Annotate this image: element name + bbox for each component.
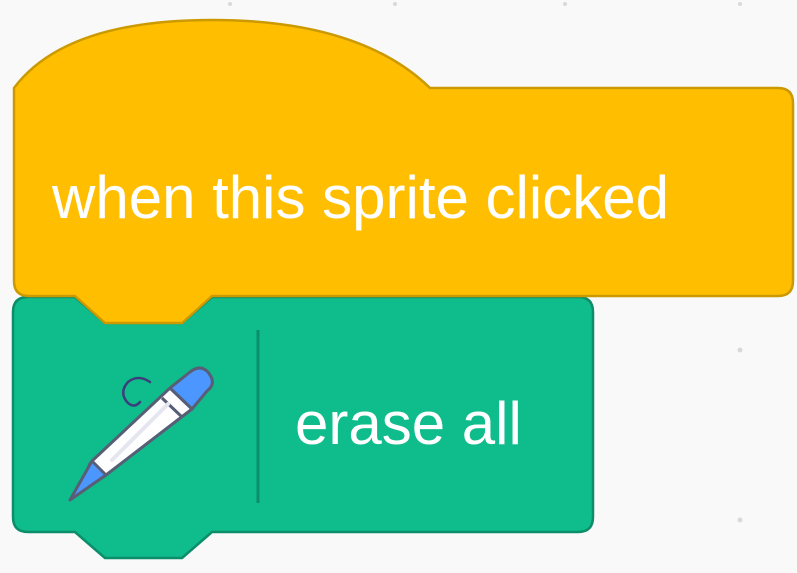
grid-dot (393, 2, 397, 6)
erase-all-label: erase all (295, 390, 522, 457)
grid-dot (737, 347, 743, 353)
code-workspace[interactable]: erase all when this sprite clicked (0, 0, 797, 573)
grid-dot (737, 517, 743, 523)
when-sprite-clicked-hat-block[interactable]: when this sprite clicked (12, 18, 795, 325)
erase-all-block[interactable]: erase all (11, 295, 595, 560)
grid-dot (228, 2, 232, 6)
script-canvas: erase all when this sprite clicked (11, 2, 795, 560)
hat-block-label: when this sprite clicked (51, 164, 669, 231)
grid-dot (563, 2, 567, 6)
grid-dot (738, 2, 742, 6)
